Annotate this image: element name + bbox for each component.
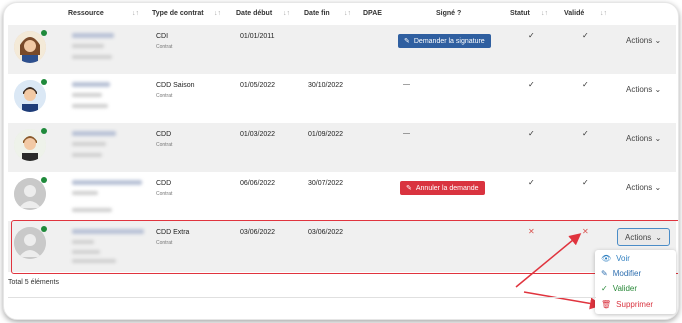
actions-dropdown-menu: 👁 Voir ✎ Modifier ✓ Valider 🗑 Supprimer	[595, 250, 676, 314]
menu-item-supprimer[interactable]: 🗑 Supprimer	[601, 300, 653, 309]
annotation-arrows	[515, 233, 602, 310]
menu-item-valider[interactable]: ✓ Valider	[601, 284, 637, 293]
menu-item-modifier[interactable]: ✎ Modifier	[601, 269, 641, 278]
menu-item-voir[interactable]: 👁 Voir	[601, 254, 630, 263]
pencil-icon: ✎	[601, 269, 608, 278]
eye-icon: 👁	[601, 254, 612, 263]
check-icon: ✓	[601, 284, 608, 293]
contracts-table-panel: Ressource ↓↑ Type de contrat ↓↑ Date déb…	[3, 2, 679, 320]
total-count: Total 5 éléments	[8, 279, 59, 286]
footer-divider	[8, 297, 596, 298]
trash-icon: 🗑	[601, 300, 612, 309]
